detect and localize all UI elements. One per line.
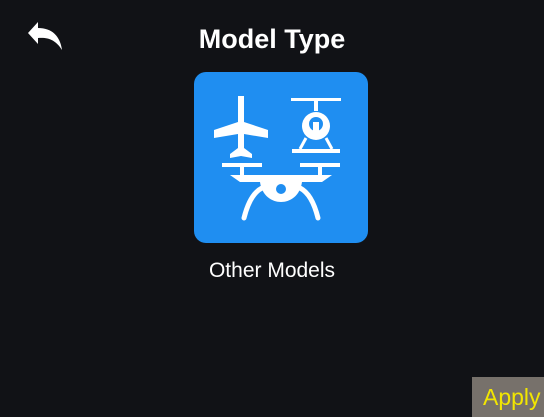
selected-model-label: Other Models [208, 259, 336, 282]
page-title: Model Type [198, 24, 346, 54]
other-models-icon [214, 96, 341, 221]
airplane-icon [214, 96, 268, 158]
other-models-tile[interactable] [194, 72, 368, 243]
drone-icon [222, 163, 340, 221]
apply-button[interactable]: Apply [472, 377, 544, 417]
helicopter-icon [291, 98, 341, 153]
screen: Model Type Other Models Apply [0, 0, 544, 417]
